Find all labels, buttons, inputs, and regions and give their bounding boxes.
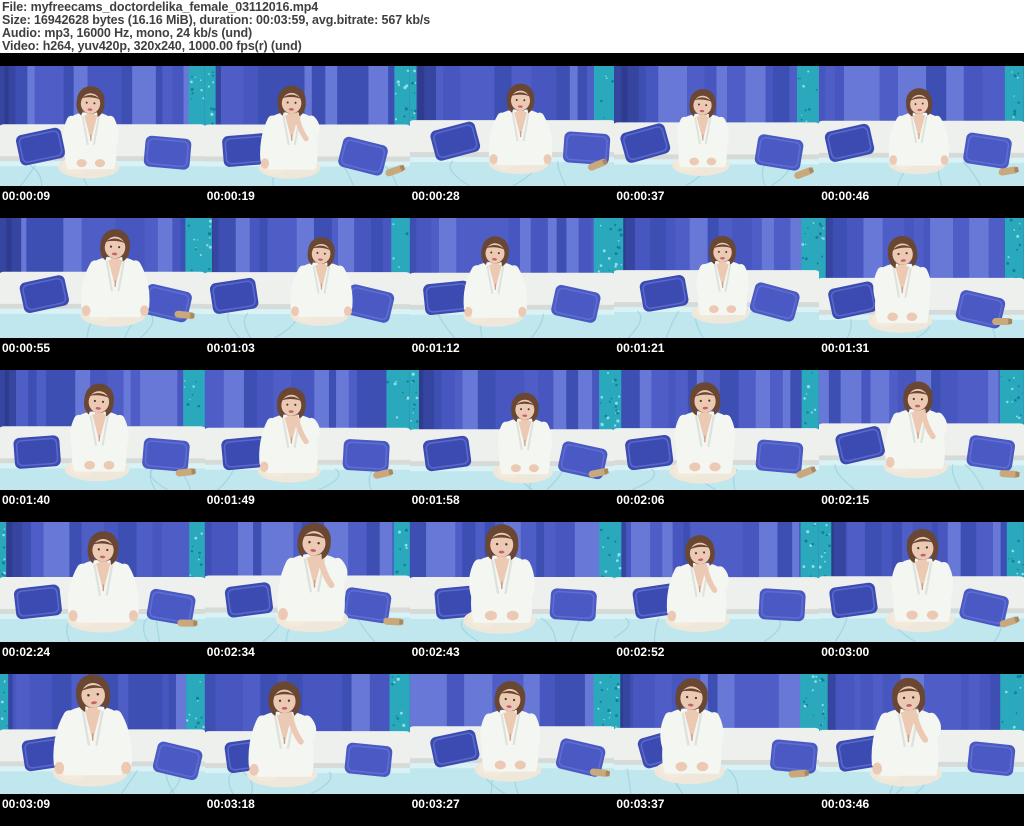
timestamp-label: 00:00:09 bbox=[0, 190, 205, 203]
video-frame-thumbnail bbox=[0, 522, 205, 642]
thumbnail-cell: 00:00:19 bbox=[205, 66, 410, 218]
timestamp-label: 00:03:46 bbox=[819, 798, 1024, 811]
timestamp-label: 00:02:15 bbox=[819, 494, 1024, 507]
timestamp-label: 00:00:37 bbox=[614, 190, 819, 203]
timestamp-label: 00:03:09 bbox=[0, 798, 205, 811]
timestamp-label: 00:01:58 bbox=[410, 494, 615, 507]
timestamp-label: 00:02:06 bbox=[614, 494, 819, 507]
timestamp-label: 00:00:55 bbox=[0, 342, 205, 355]
thumbnail-cell: 00:00:28 bbox=[410, 66, 615, 218]
thumbnail-cell: 00:00:55 bbox=[0, 218, 205, 370]
timestamp-label: 00:02:43 bbox=[410, 646, 615, 659]
video-frame-thumbnail bbox=[0, 674, 205, 794]
video-frame-thumbnail bbox=[819, 674, 1024, 794]
thumbnail-cell: 00:02:34 bbox=[205, 522, 410, 674]
timestamp-label: 00:02:34 bbox=[205, 646, 410, 659]
thumbnail-cell: 00:01:58 bbox=[410, 370, 615, 522]
video-frame-thumbnail bbox=[205, 370, 410, 490]
video-frame-thumbnail bbox=[614, 218, 819, 338]
timestamp-label: 00:01:49 bbox=[205, 494, 410, 507]
timestamp-label: 00:03:18 bbox=[205, 798, 410, 811]
timestamp-label: 00:03:27 bbox=[410, 798, 615, 811]
timestamp-label: 00:01:12 bbox=[410, 342, 615, 355]
thumbnail-cell: 00:01:21 bbox=[614, 218, 819, 370]
video-frame-thumbnail bbox=[614, 66, 819, 186]
video-frame-thumbnail bbox=[205, 218, 410, 338]
thumbnail-cell: 00:01:31 bbox=[819, 218, 1024, 370]
timestamp-label: 00:03:37 bbox=[614, 798, 819, 811]
thumbnail-cell: 00:01:49 bbox=[205, 370, 410, 522]
timestamp-label: 00:00:28 bbox=[410, 190, 615, 203]
timestamp-label: 00:00:46 bbox=[819, 190, 1024, 203]
video-frame-thumbnail bbox=[0, 218, 205, 338]
timestamp-label: 00:01:31 bbox=[819, 342, 1024, 355]
thumbnail-cell: 00:03:00 bbox=[819, 522, 1024, 674]
thumbnail-cell: 00:02:15 bbox=[819, 370, 1024, 522]
video-frame-thumbnail bbox=[410, 218, 615, 338]
thumbnail-grid: 00:00:0900:00:1900:00:2800:00:3700:00:46… bbox=[0, 53, 1024, 826]
video-frame-thumbnail bbox=[819, 66, 1024, 186]
video-frame-thumbnail bbox=[819, 218, 1024, 338]
thumbnail-sheet: File: myfreecams_doctordelika_female_031… bbox=[0, 0, 1024, 811]
thumbnail-cell: 00:03:46 bbox=[819, 674, 1024, 826]
thumbnail-cell: 00:00:46 bbox=[819, 66, 1024, 218]
timestamp-label: 00:01:21 bbox=[614, 342, 819, 355]
video-frame-thumbnail bbox=[410, 370, 615, 490]
thumbnail-cell: 00:02:43 bbox=[410, 522, 615, 674]
timestamp-label: 00:01:40 bbox=[0, 494, 205, 507]
thumbnail-cell: 00:00:37 bbox=[614, 66, 819, 218]
video-frame-thumbnail bbox=[819, 522, 1024, 642]
thumbnail-cell: 00:02:24 bbox=[0, 522, 205, 674]
video-frame-thumbnail bbox=[614, 674, 819, 794]
thumbnail-cell: 00:02:06 bbox=[614, 370, 819, 522]
video-frame-thumbnail bbox=[410, 66, 615, 186]
file-info-header: File: myfreecams_doctordelika_female_031… bbox=[0, 0, 1024, 53]
timestamp-label: 00:00:19 bbox=[205, 190, 410, 203]
video-frame-thumbnail bbox=[205, 522, 410, 642]
video-frame-thumbnail bbox=[614, 522, 819, 642]
timestamp-label: 00:03:00 bbox=[819, 646, 1024, 659]
video-frame-thumbnail bbox=[410, 674, 615, 794]
video-frame-thumbnail bbox=[819, 370, 1024, 490]
thumbnail-cell: 00:01:12 bbox=[410, 218, 615, 370]
timestamp-label: 00:01:03 bbox=[205, 342, 410, 355]
thumbnail-cell: 00:03:18 bbox=[205, 674, 410, 826]
video-frame-thumbnail bbox=[205, 674, 410, 794]
video-frame-thumbnail bbox=[0, 370, 205, 490]
video-frame-thumbnail bbox=[614, 370, 819, 490]
timestamp-label: 00:02:24 bbox=[0, 646, 205, 659]
thumbnail-cell: 00:01:40 bbox=[0, 370, 205, 522]
video-frame-thumbnail bbox=[205, 66, 410, 186]
thumbnail-cell: 00:00:09 bbox=[0, 66, 205, 218]
file-info-line-video: Video: h264, yuv420p, 320x240, 1000.00 f… bbox=[2, 40, 1024, 53]
thumbnail-cell: 00:03:09 bbox=[0, 674, 205, 826]
thumbnail-cell: 00:02:52 bbox=[614, 522, 819, 674]
thumbnail-cell: 00:01:03 bbox=[205, 218, 410, 370]
thumbnail-cell: 00:03:37 bbox=[614, 674, 819, 826]
video-frame-thumbnail bbox=[0, 66, 205, 186]
timestamp-label: 00:02:52 bbox=[614, 646, 819, 659]
video-frame-thumbnail bbox=[410, 522, 615, 642]
thumbnail-cell: 00:03:27 bbox=[410, 674, 615, 826]
